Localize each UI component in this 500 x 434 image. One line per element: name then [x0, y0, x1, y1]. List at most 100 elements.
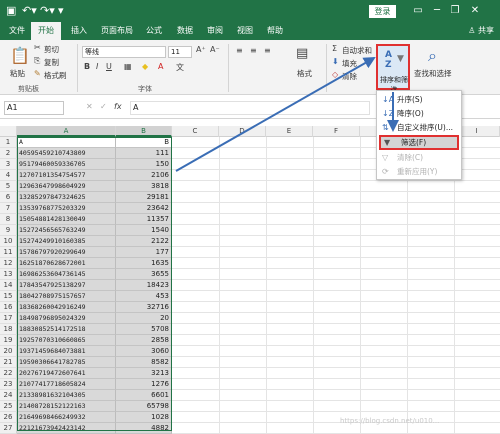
- row-number[interactable]: 7: [0, 203, 17, 214]
- enter-icon[interactable]: ✓: [100, 102, 107, 111]
- cell-a[interactable]: 13539768775203329: [17, 203, 116, 214]
- underline-icon[interactable]: U: [106, 62, 112, 71]
- menu-item-sort-desc[interactable]: ↓Z 降序(O): [377, 107, 461, 120]
- column-header-f[interactable]: F: [313, 126, 360, 137]
- ribbon-options-icon[interactable]: ▭: [409, 3, 427, 19]
- cell-b[interactable]: 111: [116, 148, 172, 159]
- bold-icon[interactable]: B: [84, 62, 90, 71]
- cell-a[interactable]: 16251870628672001: [17, 258, 116, 269]
- cell-b[interactable]: 1635: [116, 258, 172, 269]
- cell-a[interactable]: 21338981632104305: [17, 390, 116, 401]
- cell-a[interactable]: 15054881428130049: [17, 214, 116, 225]
- empty-cells[interactable]: [172, 379, 500, 390]
- menu-item-custom-sort[interactable]: ⇅ 自定义排序(U)...: [377, 121, 461, 134]
- empty-cells[interactable]: [172, 192, 500, 203]
- row-number[interactable]: 24: [0, 390, 17, 401]
- italic-icon[interactable]: I: [96, 62, 98, 71]
- empty-cells[interactable]: [172, 390, 500, 401]
- empty-cells[interactable]: [172, 247, 500, 258]
- restore-icon[interactable]: ❐: [446, 3, 464, 19]
- column-header-b[interactable]: B: [116, 126, 172, 137]
- row-number[interactable]: 3: [0, 159, 17, 170]
- tab-review[interactable]: 审阅: [202, 22, 228, 40]
- cell-a[interactable]: 21649698466249932: [17, 412, 116, 423]
- cell-b[interactable]: 20: [116, 313, 172, 324]
- empty-cells[interactable]: [172, 214, 500, 225]
- clear-button[interactable]: 清除: [342, 71, 357, 82]
- cell-a[interactable]: 18830852514172518: [17, 324, 116, 335]
- empty-cells[interactable]: [172, 203, 500, 214]
- column-header-d[interactable]: D: [219, 126, 266, 137]
- align-top-icon[interactable]: ≡: [236, 46, 243, 55]
- row-number[interactable]: 19: [0, 335, 17, 346]
- empty-cells[interactable]: [172, 324, 500, 335]
- row-number[interactable]: 8: [0, 214, 17, 225]
- cell-a[interactable]: 18368260042916249: [17, 302, 116, 313]
- font-color-icon[interactable]: A: [158, 62, 163, 71]
- row-number[interactable]: 22: [0, 368, 17, 379]
- cell-a[interactable]: 20276719472607641: [17, 368, 116, 379]
- cell-a[interactable]: 19257070310660865: [17, 335, 116, 346]
- tab-home[interactable]: 开始: [31, 22, 61, 40]
- cell-a[interactable]: 19371459684073881: [17, 346, 116, 357]
- cell-a[interactable]: 15786797920299649: [17, 247, 116, 258]
- cell-a[interactable]: 12707101354754577: [17, 170, 116, 181]
- cell-b[interactable]: 3655: [116, 269, 172, 280]
- empty-cells[interactable]: [172, 225, 500, 236]
- cell-a[interactable]: 18498796895024329: [17, 313, 116, 324]
- row-number[interactable]: 20: [0, 346, 17, 357]
- formula-input[interactable]: A: [130, 101, 370, 115]
- font-size-select[interactable]: 11: [168, 46, 192, 58]
- cell-b[interactable]: 3818: [116, 181, 172, 192]
- row-number[interactable]: 23: [0, 379, 17, 390]
- cell-a[interactable]: 15272456565763249: [17, 225, 116, 236]
- cell-a[interactable]: 21077417718605824: [17, 379, 116, 390]
- cell-a[interactable]: 16986253604736145: [17, 269, 116, 280]
- empty-cells[interactable]: [172, 291, 500, 302]
- empty-cells[interactable]: [172, 423, 500, 434]
- paste-button[interactable]: 粘贴: [10, 68, 25, 79]
- empty-cells[interactable]: [172, 181, 500, 192]
- empty-cells[interactable]: [172, 335, 500, 346]
- row-number[interactable]: 1: [0, 137, 17, 148]
- row-number[interactable]: 2: [0, 148, 17, 159]
- cell-b[interactable]: 65798: [116, 401, 172, 412]
- save-icon[interactable]: ▣: [6, 3, 16, 19]
- tab-page-layout[interactable]: 页面布局: [97, 22, 137, 40]
- empty-cells[interactable]: [172, 401, 500, 412]
- cell-a[interactable]: 22121673942423142: [17, 423, 116, 434]
- row-number[interactable]: 26: [0, 412, 17, 423]
- empty-cells[interactable]: [172, 313, 500, 324]
- select-all-corner[interactable]: [0, 126, 17, 137]
- redo-icon[interactable]: ↷▾: [40, 3, 55, 19]
- cell-b[interactable]: 2106: [116, 170, 172, 181]
- empty-cells[interactable]: [172, 357, 500, 368]
- border-icon[interactable]: ▦: [124, 62, 132, 71]
- cell-b[interactable]: 29181: [116, 192, 172, 203]
- cell-b[interactable]: 8582: [116, 357, 172, 368]
- column-header-a[interactable]: A: [17, 126, 116, 137]
- cell-a[interactable]: 15274249910160385: [17, 236, 116, 247]
- paste-icon[interactable]: 📋: [10, 46, 30, 65]
- cell-b[interactable]: 1540: [116, 225, 172, 236]
- cell-b[interactable]: 1276: [116, 379, 172, 390]
- cell-b[interactable]: 32716: [116, 302, 172, 313]
- fill-button[interactable]: 填充: [342, 58, 357, 69]
- cell-b[interactable]: 150: [116, 159, 172, 170]
- empty-cells[interactable]: [172, 302, 500, 313]
- cell-a[interactable]: 13285297847324625: [17, 192, 116, 203]
- fill-color-icon[interactable]: ◆: [142, 62, 148, 71]
- autosum-button[interactable]: 自动求和: [342, 45, 372, 56]
- cell-b[interactable]: 6601: [116, 390, 172, 401]
- cell-a[interactable]: 19590306641782785: [17, 357, 116, 368]
- row-number[interactable]: 10: [0, 236, 17, 247]
- login-button[interactable]: 登录: [369, 5, 396, 18]
- cell-b[interactable]: 177: [116, 247, 172, 258]
- find-select-button[interactable]: 查找和选择: [414, 68, 452, 79]
- cell-a[interactable]: 17843547925138297: [17, 280, 116, 291]
- menu-item-filter[interactable]: ▼ 筛选(F): [379, 135, 459, 150]
- empty-cells[interactable]: [172, 269, 500, 280]
- row-number[interactable]: 17: [0, 313, 17, 324]
- format-button[interactable]: 格式: [297, 68, 312, 79]
- cell-b[interactable]: 453: [116, 291, 172, 302]
